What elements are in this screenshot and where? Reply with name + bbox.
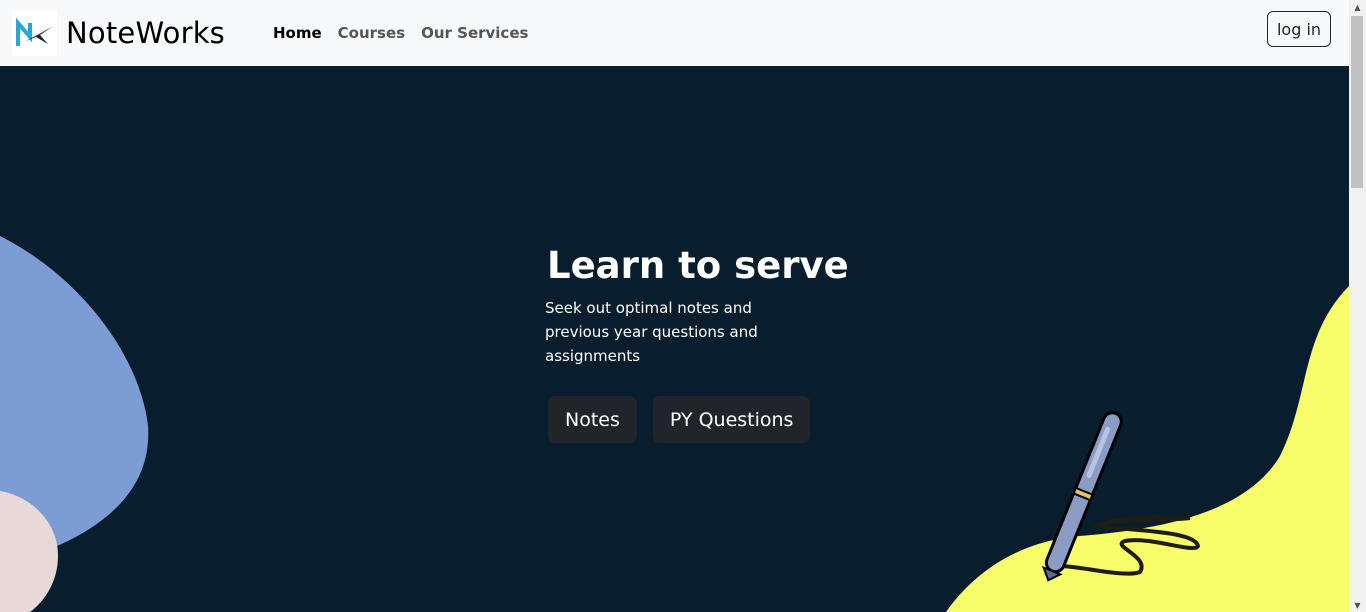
py-questions-button[interactable]: PY Questions [652,396,811,444]
pen-icon [1040,406,1210,590]
hero-content: Learn to serve Seek out optimal notes an… [545,244,849,444]
notes-button[interactable]: Notes [548,396,637,444]
hero-section: Learn to serve Seek out optimal notes an… [0,66,1349,612]
main-nav: Home Courses Our Services [273,24,544,42]
hero-subtitle: Seek out optimal notes and previous year… [545,299,758,366]
scroll-up-icon[interactable]: ▲ [1349,0,1366,14]
login-button[interactable]: log in [1267,11,1331,47]
hero-buttons: Notes PY Questions [548,396,845,444]
page-scrollbar[interactable]: ▲ ▼ [1349,0,1366,612]
scroll-down-icon[interactable]: ▼ [1349,598,1366,612]
brand-link[interactable]: NoteWorks [12,10,225,56]
nav-courses[interactable]: Courses [338,24,405,42]
hero-title: Learn to serve [547,244,849,287]
nav-our-services[interactable]: Our Services [421,24,528,42]
brand-name: NoteWorks [66,16,225,50]
scroll-thumb[interactable] [1351,16,1363,188]
noteworks-logo-icon [12,10,57,56]
nav-home[interactable]: Home [273,24,322,42]
navbar: NoteWorks Home Courses Our Services log … [0,0,1349,66]
